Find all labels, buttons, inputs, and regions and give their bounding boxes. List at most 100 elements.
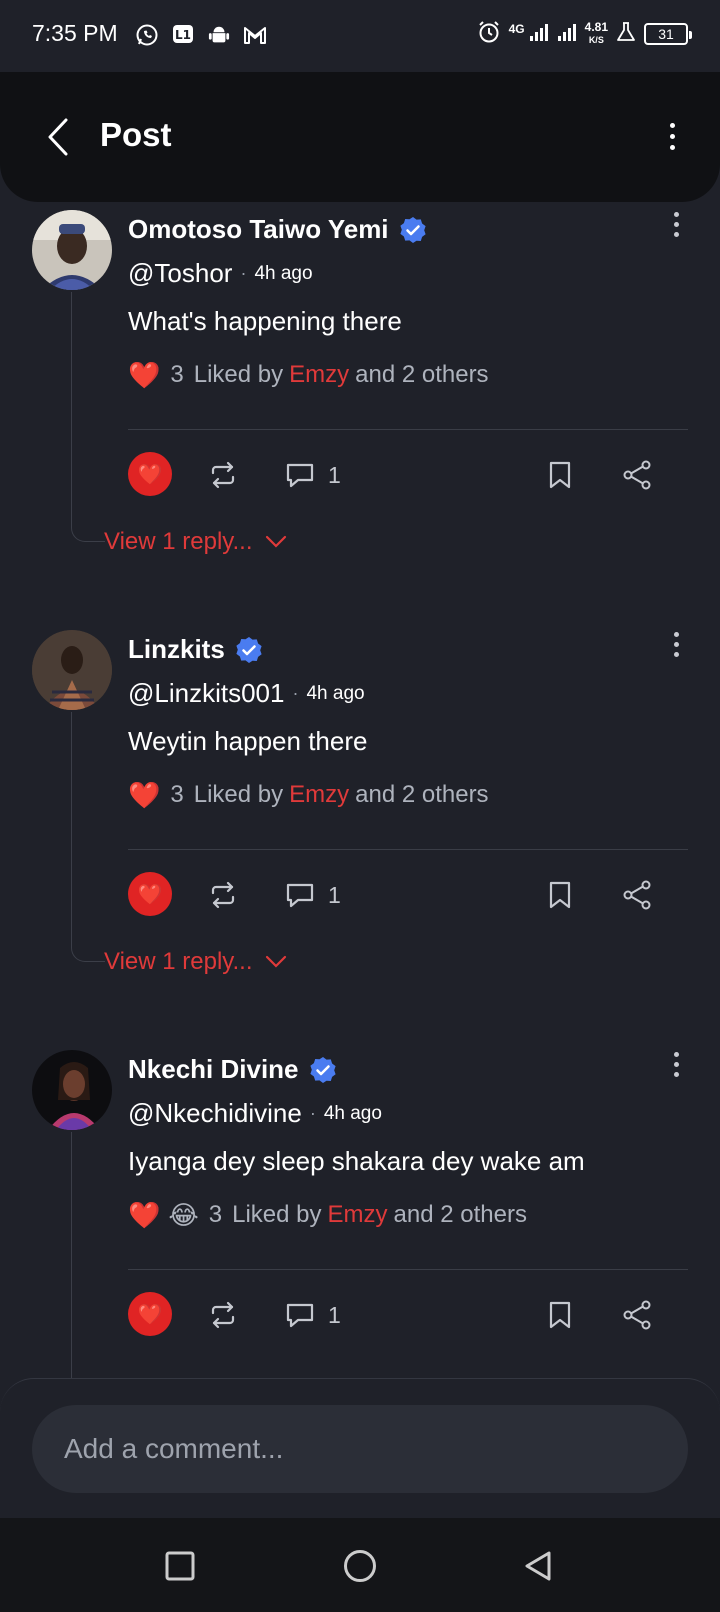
like-count: 3 [170, 781, 184, 808]
likes-summary[interactable]: ❤️ 3 Liked by Emzy and 2 others [128, 780, 489, 810]
comment-actions: ❤️ 1 [128, 872, 688, 918]
like-button[interactable]: ❤️ [128, 452, 172, 496]
author-handle[interactable]: @Linzkits001 [128, 678, 284, 709]
verified-badge-icon [236, 636, 262, 663]
liked-by-suffix: and 2 others [393, 1201, 527, 1228]
recents-button[interactable] [160, 1546, 200, 1586]
lab-icon [616, 21, 636, 46]
app-header: Post [0, 72, 720, 202]
heart-reaction-icon: ❤️ [128, 780, 161, 810]
chevron-left-icon [48, 118, 68, 156]
status-bar: 7:35 PM L1 4G 4.81 K/S 31 [0, 0, 720, 72]
comment-author[interactable]: Nkechi Divine [128, 1054, 337, 1085]
home-button[interactable] [340, 1546, 380, 1586]
author-name: Nkechi Divine [128, 1054, 299, 1084]
comment-text: What's happening there [128, 306, 402, 336]
likes-summary[interactable]: ❤️ 3 Liked by Emzy and 2 others [128, 360, 489, 390]
liked-by-suffix: and 2 others [355, 361, 489, 388]
repost-icon [211, 461, 235, 489]
share-icon [623, 460, 651, 490]
like-button[interactable]: ❤️ [128, 1292, 172, 1336]
avatar[interactable] [32, 630, 112, 710]
thread-line [71, 712, 105, 962]
author-handle[interactable]: @Nkechidivine [128, 1098, 302, 1129]
reply-count: 1 [328, 881, 341, 908]
like-count: 3 [208, 1201, 223, 1228]
share-button[interactable] [622, 878, 652, 912]
author-name: Linzkits [128, 634, 225, 664]
like-button[interactable]: ❤️ [128, 872, 172, 916]
avatar[interactable] [32, 210, 112, 290]
repost-button[interactable] [206, 1298, 240, 1332]
page-title: Post [100, 116, 172, 153]
comment-meta: @Linzkits001 · 4h ago [128, 678, 365, 709]
comment-menu-button[interactable] [666, 632, 686, 664]
verified-badge-icon [309, 1056, 336, 1083]
svg-text:L1: L1 [175, 28, 191, 42]
heart-reaction-icon: ❤️ [128, 360, 161, 390]
liked-by-name[interactable]: Emzy [328, 1201, 388, 1229]
comment-menu-button[interactable] [666, 212, 686, 244]
comment-input[interactable] [32, 1405, 688, 1493]
speed-unit: K/S [588, 35, 604, 45]
likes-summary[interactable]: ❤️ 😂 3 Liked by Emzy and 2 others [128, 1200, 527, 1230]
like-count: 3 [170, 361, 184, 388]
view-replies-link[interactable]: View 1 reply... [104, 528, 287, 556]
liked-by-name[interactable]: Emzy [289, 781, 349, 809]
signal-icon [557, 22, 577, 45]
author-name: Omotoso Taiwo Yemi [128, 214, 389, 244]
view-replies-label: View 1 reply... [104, 948, 253, 975]
reply-count: 1 [328, 461, 341, 488]
comment-item: Omotoso Taiwo Yemi @Toshor · 4h ago What… [0, 210, 720, 630]
bookmark-button[interactable] [546, 878, 574, 912]
bookmark-button[interactable] [546, 1298, 574, 1332]
alarm-icon [477, 20, 501, 47]
repost-icon [211, 1301, 235, 1329]
network-speed: 4.81 K/S [585, 21, 608, 46]
heart-icon: ❤️ [137, 883, 163, 906]
view-replies-link[interactable]: View 1 reply... [104, 948, 287, 976]
comment-time: 4h ago [254, 262, 313, 284]
liked-by-prefix: Liked by [193, 781, 284, 808]
comment-icon [286, 463, 314, 488]
back-button[interactable] [38, 112, 78, 162]
share-button[interactable] [622, 458, 652, 492]
reply-button[interactable]: 1 [284, 458, 341, 492]
divider [128, 1269, 688, 1270]
reply-button[interactable]: 1 [284, 1298, 341, 1332]
comment-author[interactable]: Omotoso Taiwo Yemi [128, 214, 427, 245]
repost-button[interactable] [206, 878, 240, 912]
comment-menu-button[interactable] [666, 1052, 686, 1084]
android-icon [206, 22, 232, 48]
heart-icon: ❤️ [137, 463, 163, 486]
back-nav-button[interactable] [518, 1546, 558, 1586]
laughing-reaction-icon: 😂 [168, 1200, 199, 1230]
avatar[interactable] [32, 1050, 112, 1130]
comment-meta: @Nkechidivine · 4h ago [128, 1098, 382, 1129]
network-type: 4G [508, 21, 525, 36]
comment-composer [0, 1378, 720, 1518]
reply-count: 1 [328, 1301, 341, 1328]
share-button[interactable] [622, 1298, 652, 1332]
more-options-button[interactable] [662, 116, 682, 156]
signal-icon [529, 22, 549, 45]
repost-button[interactable] [206, 458, 240, 492]
liked-by-prefix: Liked by [232, 1201, 322, 1228]
comment-time: 4h ago [306, 682, 365, 704]
status-notification-icons: L1 [134, 22, 268, 48]
author-handle[interactable]: @Toshor [128, 258, 232, 289]
repost-icon [211, 881, 235, 909]
share-icon [623, 880, 651, 910]
liked-by-name[interactable]: Emzy [289, 361, 349, 389]
comment-actions: ❤️ 1 [128, 1292, 688, 1338]
comment-meta: @Toshor · 4h ago [128, 258, 313, 289]
status-system-icons: 4G 4.81 K/S 31 [477, 20, 692, 47]
bookmark-button[interactable] [546, 458, 574, 492]
heart-icon: ❤️ [137, 1303, 163, 1326]
reply-button[interactable]: 1 [284, 878, 341, 912]
notification-icon: L1 [170, 22, 196, 48]
comment-author[interactable]: Linzkits [128, 634, 263, 665]
comment-actions: ❤️ 1 [128, 452, 688, 498]
chevron-down-icon [265, 955, 286, 968]
meta-separator: · [309, 1103, 316, 1123]
